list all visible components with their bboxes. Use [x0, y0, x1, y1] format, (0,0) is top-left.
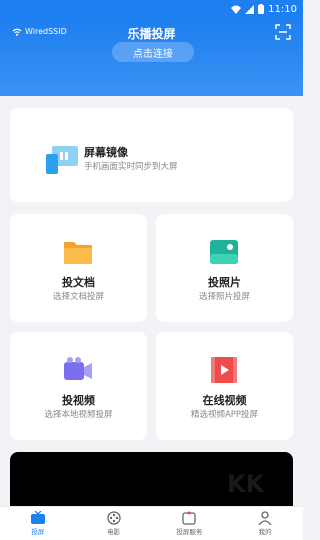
folder-icon — [64, 242, 92, 264]
tab-service-label: 投屏服务 — [176, 528, 203, 536]
screen-mirror-card[interactable]: 屏幕镜像 手机画面实时同步到大屏 — [10, 108, 293, 202]
tab-profile[interactable]: 我的 — [227, 507, 303, 540]
screen-mirror-icon — [46, 146, 78, 174]
scan-icon — [275, 24, 291, 40]
person-icon — [258, 511, 272, 525]
tab-cast-label: 投屏 — [31, 528, 45, 536]
photo-icon — [210, 240, 238, 264]
online-video-title: 在线视频 — [202, 394, 247, 407]
tab-cast[interactable]: 投屏 — [0, 507, 76, 540]
tab-movie-label: 电影 — [107, 528, 121, 536]
video-camera-icon — [64, 357, 92, 380]
watermark-logo: KK — [227, 470, 266, 498]
bottom-tab-bar: 投屏 电影 投屏服务 我的 — [0, 506, 303, 540]
cast-video-title: 投视频 — [62, 394, 95, 407]
cast-photo-card[interactable]: 投照片 选择照片投屏 — [156, 214, 293, 322]
cast-document-subtitle: 选择文档投屏 — [52, 292, 104, 302]
status-bar: 11:10 — [0, 0, 303, 18]
tv-icon — [30, 511, 45, 524]
connect-button[interactable]: 点击连接 — [112, 42, 194, 62]
screen-mirror-title: 屏幕镜像 — [84, 146, 128, 159]
tab-service[interactable]: 投屏服务 — [152, 507, 228, 540]
online-video-card[interactable]: 在线视频 精选视频APP投屏 — [156, 332, 293, 440]
svg-text:KK: KK — [227, 470, 266, 498]
online-video-subtitle: 精选视频APP投屏 — [190, 410, 259, 420]
tab-movie[interactable]: 电影 — [76, 507, 152, 540]
main-content: 屏幕镜像 手机画面实时同步到大屏 投文档 选择文档投屏 投照片 选择照片投屏 投… — [0, 96, 303, 506]
cast-photo-subtitle: 选择照片投屏 — [198, 292, 250, 302]
cast-document-title: 投文档 — [62, 276, 95, 289]
service-icon — [182, 511, 197, 525]
cell-signal-icon — [245, 4, 255, 14]
scan-button[interactable] — [275, 24, 291, 40]
page-title: 乐播投屏 — [127, 27, 176, 41]
cast-photo-title: 投照片 — [208, 276, 241, 289]
status-time: 11:10 — [268, 3, 297, 15]
wifi-signal-icon — [231, 5, 242, 14]
film-reel-icon — [106, 511, 121, 525]
cast-video-subtitle: 选择本地视频投屏 — [44, 410, 113, 420]
tab-profile-label: 我的 — [258, 528, 272, 536]
film-icon — [211, 357, 237, 383]
cast-document-card[interactable]: 投文档 选择文档投屏 — [10, 214, 147, 322]
header: WiredSSID 乐播投屏 点击连接 — [0, 18, 303, 96]
cast-video-card[interactable]: 投视频 选择本地视频投屏 — [10, 332, 147, 440]
screen-mirror-subtitle: 手机画面实时同步到大屏 — [84, 162, 178, 172]
battery-icon — [258, 4, 265, 14]
